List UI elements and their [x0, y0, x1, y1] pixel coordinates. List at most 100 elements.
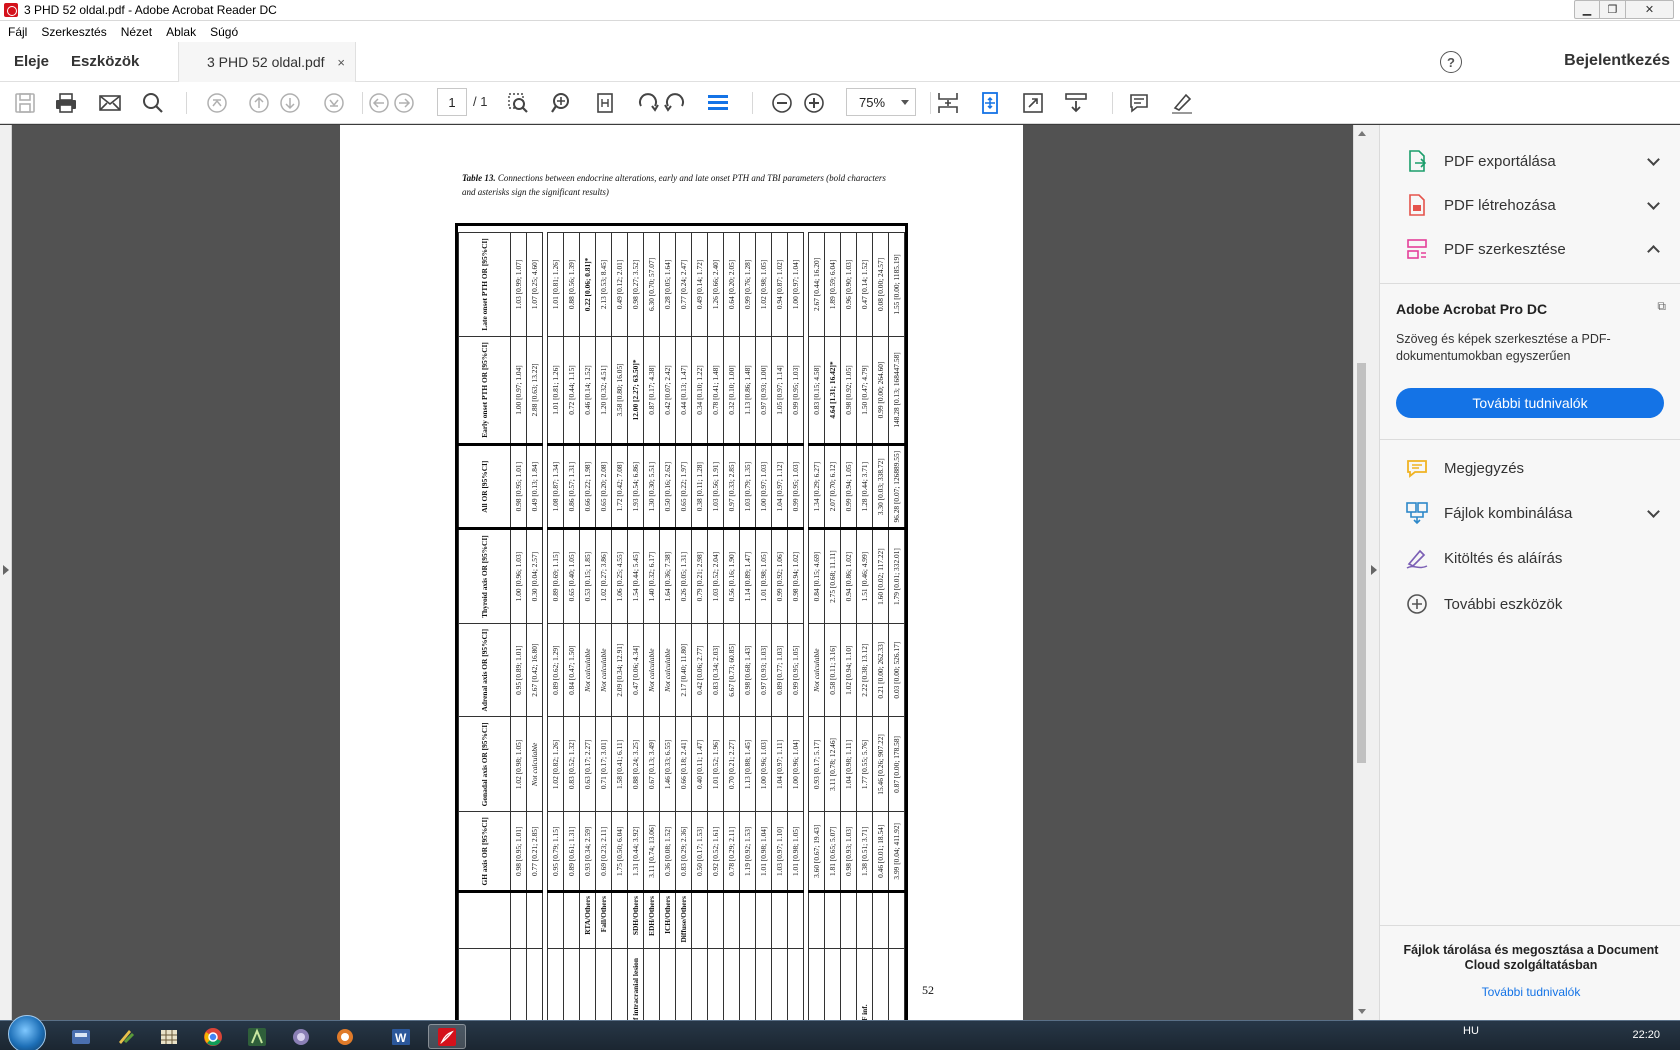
start-button[interactable]: [8, 1015, 46, 1050]
highlight-pen-icon[interactable]: [1170, 91, 1194, 115]
table-row: Main diagnosis/type of intracranial lesi…: [627, 232, 644, 1050]
full-screen-icon[interactable]: [1021, 91, 1045, 115]
arrow-left-icon[interactable]: [367, 91, 391, 115]
tab-tools[interactable]: Eszközök: [71, 53, 139, 70]
table-cell: 0.93 [0.17; 5.17]: [808, 716, 825, 812]
menu-edit[interactable]: Szerkesztés: [41, 25, 106, 39]
copy-icon[interactable]: ⧉: [1657, 299, 1666, 314]
help-icon[interactable]: ?: [1440, 51, 1462, 73]
restore-button[interactable]: ❐: [1600, 0, 1626, 19]
table-cell: 1.01 [0.81; 1.26]: [547, 232, 564, 337]
arrow-right-icon[interactable]: [392, 91, 416, 115]
right-pane-toggle[interactable]: [1368, 125, 1380, 1020]
select-zoom-icon[interactable]: [506, 91, 530, 115]
tab-home[interactable]: Eleje: [14, 53, 49, 70]
zoom-in-icon[interactable]: [802, 91, 826, 115]
arrow-up-icon[interactable]: [247, 91, 271, 115]
page-number-input[interactable]: 1: [437, 88, 467, 116]
clock[interactable]: 22:20: [1632, 1029, 1660, 1041]
page-fit-icon[interactable]: [593, 91, 617, 115]
table-cell: 1.02 [0.94; 1.10]: [840, 623, 857, 717]
last-page-icon[interactable]: [322, 91, 346, 115]
sign-in-link[interactable]: Bejelentkezés: [1564, 52, 1670, 70]
table-cell: 1.55 [0.00; 1185.19]: [888, 232, 905, 337]
table-cell: 1.00 [0.96; 1.04]: [787, 716, 804, 812]
table-cell: 0.77 [0.21; 2.85]: [526, 811, 543, 892]
table-cell: 0.50 [0.16; 2.62]: [659, 444, 676, 529]
vertical-scrollbar[interactable]: [1353, 125, 1368, 1020]
export-pdf-tool[interactable]: PDF exportálása: [1404, 145, 1666, 177]
read-mode-icon[interactable]: [1064, 91, 1088, 115]
zoom-tool-icon[interactable]: [550, 91, 574, 115]
table-cell: 0.89 [0.62; 1.29]: [547, 623, 564, 717]
table-cell: 0.47 [0.14; 1.52]: [856, 232, 873, 337]
cloud-learn-more-link[interactable]: További tudnivalók: [1396, 985, 1666, 999]
taskbar-app-3[interactable]: [150, 1024, 188, 1049]
first-page-icon[interactable]: [205, 91, 229, 115]
table-cell: 0.96 [0.90; 1.03]: [840, 232, 857, 337]
table-cell: 1.01 [0.81; 1.26]: [547, 336, 564, 445]
menu-help[interactable]: Súgó: [210, 25, 238, 39]
taskbar-app-6[interactable]: [282, 1024, 320, 1049]
rotate-clockwise-icon[interactable]: [636, 91, 660, 115]
rotate-counterclockwise-icon[interactable]: [663, 91, 687, 115]
fill-sign-tool[interactable]: Kitöltés és aláírás: [1404, 542, 1666, 574]
chevron-down-icon[interactable]: [1647, 505, 1660, 518]
fit-width-icon[interactable]: [936, 91, 960, 115]
taskbar-app-1[interactable]: [62, 1024, 100, 1049]
left-pane-toggle[interactable]: [0, 125, 12, 1020]
menu-view[interactable]: Nézet: [121, 25, 152, 39]
comment-icon[interactable]: [1127, 91, 1151, 115]
chevron-down-icon[interactable]: [1647, 197, 1660, 210]
taskbar-app-2[interactable]: [106, 1024, 144, 1049]
create-pdf-tool[interactable]: PDF létrehozása: [1404, 189, 1666, 221]
close-window-button[interactable]: ✕: [1626, 0, 1674, 19]
acrobat-taskbar-icon[interactable]: [428, 1024, 466, 1049]
close-tab-icon[interactable]: ×: [337, 55, 345, 70]
table-cell: 96.28 [0.07; 126889.55]: [888, 444, 905, 529]
chevron-down-icon[interactable]: [1647, 153, 1660, 166]
zoom-select[interactable]: 75%: [846, 88, 916, 116]
zoom-out-icon[interactable]: [770, 91, 794, 115]
fit-page-icon[interactable]: [978, 91, 1002, 115]
results-table-frame: GH axis OR [95%CI] Gonadal axis OR [95%CI…: [455, 223, 908, 1050]
table-cell: 1.03 [0.99; 1.07]: [510, 232, 527, 337]
tab-document[interactable]: 3 PHD 52 oldal.pdf ×: [178, 42, 356, 82]
learn-more-button[interactable]: További tudnivalók: [1396, 388, 1664, 418]
combine-files-tool[interactable]: Fájlok kombinálása: [1404, 497, 1666, 529]
mail-icon[interactable]: [98, 91, 122, 115]
taskbar-app-5[interactable]: [238, 1024, 276, 1049]
scroll-down-icon[interactable]: [1358, 1009, 1366, 1014]
menu-window[interactable]: Ablak: [166, 25, 196, 39]
table-cell: 0.64 [0.20; 2.05]: [723, 232, 740, 337]
table-header-cell: Early onset PTH OR [95%CI]: [458, 336, 511, 445]
menu-file[interactable]: Fájl: [8, 25, 27, 39]
table-cell: 0.38 [0.11; 1.28]: [691, 444, 708, 529]
print-icon[interactable]: [54, 91, 78, 115]
scrolling-mode-icon[interactable]: [706, 91, 730, 115]
table-cell: 0.78 [0.41; 1.48]: [707, 336, 724, 445]
scrollbar-thumb[interactable]: [1357, 363, 1366, 763]
more-tools-tool[interactable]: További eszközök: [1404, 588, 1666, 620]
table-cell: 1.58 [0.41; 6.11]: [611, 716, 628, 812]
table-cell: 0.87 [0.00; 178.58]: [888, 716, 905, 812]
save-icon[interactable]: [13, 91, 37, 115]
table-cell: 0.89 [0.61; 1.31]: [563, 811, 580, 892]
arrow-down-icon[interactable]: [278, 91, 302, 115]
chrome-icon[interactable]: [194, 1024, 232, 1049]
table-row-sublabel: [611, 891, 628, 949]
scroll-up-icon[interactable]: [1358, 131, 1366, 136]
promo-text: Szöveg és képek szerkesztése a PDF-dokum…: [1396, 332, 1611, 363]
taskbar-app-7[interactable]: [326, 1024, 364, 1049]
chevron-up-icon[interactable]: [1647, 245, 1660, 258]
search-icon[interactable]: [141, 91, 165, 115]
minimize-button[interactable]: ▁: [1574, 0, 1600, 19]
language-indicator[interactable]: HU: [1463, 1025, 1479, 1037]
edit-pdf-tool[interactable]: PDF szerkesztése: [1404, 233, 1666, 265]
table-cell: 0.71 [0.17; 3.01]: [595, 716, 612, 812]
table-cell: 0.97 [0.93; 1.03]: [755, 623, 772, 717]
comment-tool[interactable]: Megjegyzés: [1404, 452, 1666, 484]
word-icon[interactable]: W: [382, 1024, 420, 1049]
table-cell: 0.46 [0.01; 18.54]: [872, 811, 889, 892]
table-cell: 0.46 [0.14; 1.52]: [579, 336, 596, 445]
